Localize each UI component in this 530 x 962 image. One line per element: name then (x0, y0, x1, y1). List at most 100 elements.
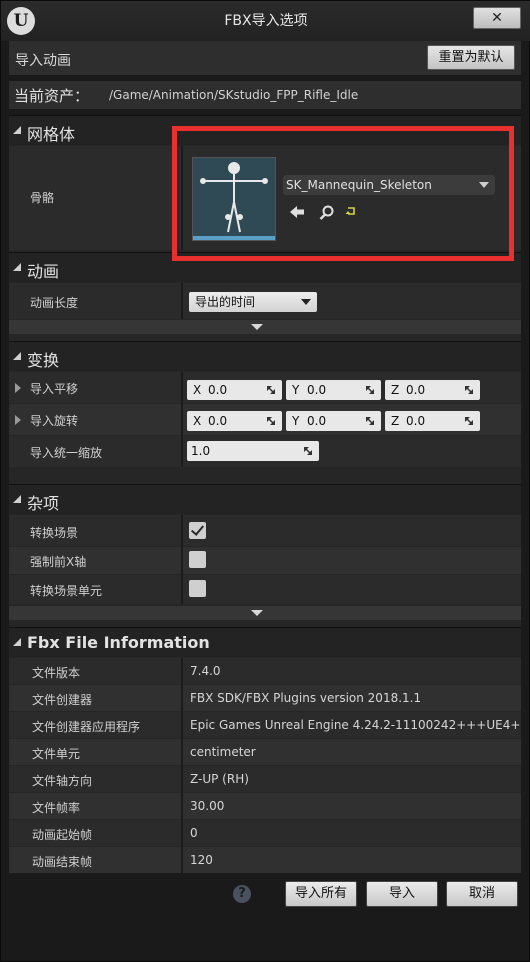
info-label: 文件创建器 (32, 693, 93, 707)
info-row: 动画结束帧 120 (9, 847, 521, 873)
collapse-arrow-icon (13, 638, 21, 646)
window-title: FBX导入选项 (224, 13, 308, 29)
drag-handle-icon[interactable] (303, 446, 313, 456)
import-translation-label: 导入平移 (30, 382, 79, 396)
convert-scene-row: 转换场景 (9, 515, 521, 546)
rotation-x-field[interactable]: X 0.0 (187, 411, 282, 431)
info-row: 文件创建器应用程序 Epic Games Unreal Engine 4.24.… (9, 712, 521, 738)
info-label: 文件版本 (32, 666, 81, 680)
field-value: 0.0 (208, 383, 228, 397)
drag-handle-icon[interactable] (365, 385, 375, 395)
category-title: 动画 (27, 262, 60, 281)
axis-label: X (193, 383, 202, 397)
convert-scene-label: 转换场景 (30, 526, 79, 540)
axis-label: Z (391, 383, 400, 397)
force-front-x-checkbox[interactable] (189, 551, 206, 568)
current-asset-path: /Game/Animation/SKstudio_FPP_Rifle_Idle (109, 88, 359, 102)
expand-arrow-icon (251, 610, 263, 616)
translation-x-field[interactable]: X 0.0 (187, 380, 282, 400)
field-value: 0.0 (406, 414, 426, 428)
info-label: 文件帧率 (32, 801, 81, 815)
info-row: 文件版本 7.4.0 (9, 658, 521, 684)
info-value: centimeter (190, 745, 256, 759)
info-row: 文件单元 centimeter (9, 739, 521, 765)
category-title: 变换 (27, 351, 60, 370)
animation-length-value: 导出的时间 (195, 295, 256, 309)
translation-z-field[interactable]: Z 0.0 (385, 380, 480, 400)
current-asset-row: 当前资产： /Game/Animation/SKstudio_FPP_Rifle… (9, 81, 521, 109)
info-row: 文件轴方向 Z-UP (RH) (9, 766, 521, 792)
rotation-z-field[interactable]: Z 0.0 (385, 411, 480, 431)
cancel-button[interactable]: 取消 (446, 881, 518, 907)
current-asset-label: 当前资产： (14, 87, 90, 105)
info-label: 动画结束帧 (32, 855, 93, 869)
import-all-button[interactable]: 导入所有 (285, 881, 357, 907)
skeleton-label: 骨骼 (30, 191, 55, 205)
info-value: 7.4.0 (190, 664, 221, 678)
convert-scene-unit-checkbox[interactable] (189, 580, 206, 597)
import-animation-row: 导入动画 重置为默认 (9, 41, 521, 75)
column-divider[interactable] (181, 658, 183, 873)
field-value: 0.0 (406, 383, 426, 397)
collapse-arrow-icon (13, 126, 21, 134)
category-fbx-info-header[interactable]: Fbx File Information (9, 627, 521, 657)
info-value: 30.00 (190, 799, 225, 813)
import-button[interactable]: 导入 (366, 881, 438, 907)
column-divider[interactable] (181, 515, 183, 604)
axis-label: Z (391, 414, 400, 428)
skeleton-highlight-box (172, 126, 514, 261)
force-front-x-row: 强制前X轴 (9, 547, 521, 574)
import-animation-label: 导入动画 (15, 53, 71, 69)
axis-label: Y (292, 383, 300, 397)
info-label: 文件单元 (32, 747, 81, 761)
translation-y-field[interactable]: Y 0.0 (286, 380, 381, 400)
info-row: 文件创建器 FBX SDK/FBX Plugins version 2018.1… (9, 685, 521, 711)
info-row: 文件帧率 30.00 (9, 793, 521, 819)
column-divider[interactable] (181, 283, 183, 319)
dropdown-arrow-icon (301, 299, 311, 305)
rotation-y-field[interactable]: Y 0.0 (286, 411, 381, 431)
category-title: Fbx File Information (27, 633, 210, 652)
convert-scene-unit-label: 转换场景单元 (30, 584, 103, 598)
info-value: Z-UP (RH) (190, 772, 249, 786)
convert-scene-checkbox[interactable] (189, 522, 206, 539)
uniform-scale-field[interactable]: 1.0 (187, 441, 319, 461)
reset-to-default-button[interactable]: 重置为默认 (427, 45, 515, 70)
convert-scene-unit-row: 转换场景单元 (9, 575, 521, 604)
expand-arrow-icon[interactable] (15, 383, 21, 393)
collapse-arrow-icon (13, 263, 21, 271)
expand-arrow-icon (251, 324, 263, 330)
title-bar[interactable]: U FBX导入选项 ✕ (1, 1, 530, 41)
expand-arrow-icon[interactable] (15, 415, 21, 425)
field-value: 0.0 (307, 414, 327, 428)
info-label: 动画起始帧 (32, 828, 93, 842)
info-label: 文件轴方向 (32, 774, 93, 788)
info-row: 动画起始帧 0 (9, 820, 521, 846)
info-value: Epic Games Unreal Engine 4.24.2-11100242… (190, 718, 520, 732)
category-misc-header[interactable]: 杂项 (9, 484, 521, 514)
field-value: 0.0 (208, 414, 228, 428)
close-button[interactable]: ✕ (473, 7, 521, 29)
drag-handle-icon[interactable] (266, 385, 276, 395)
help-icon[interactable]: ? (233, 885, 251, 903)
field-value: 1.0 (191, 444, 211, 458)
drag-handle-icon[interactable] (266, 416, 276, 426)
category-transform-header[interactable]: 变换 (9, 341, 521, 371)
axis-label: Y (292, 414, 300, 428)
advanced-expand-button[interactable] (9, 320, 521, 334)
info-value: 120 (190, 853, 213, 867)
field-value: 0.0 (307, 383, 327, 397)
advanced-expand-button[interactable] (9, 606, 521, 620)
fbx-import-options-window: U FBX导入选项 ✕ 导入动画 重置为默认 当前资产： /Game/Anima… (0, 0, 530, 962)
column-divider[interactable] (181, 372, 183, 467)
drag-handle-icon[interactable] (365, 416, 375, 426)
info-value: 0 (190, 826, 198, 840)
drag-handle-icon[interactable] (464, 385, 474, 395)
drag-handle-icon[interactable] (464, 416, 474, 426)
import-uniform-scale-label: 导入统一缩放 (30, 446, 103, 460)
force-front-x-label: 强制前X轴 (30, 555, 87, 569)
collapse-arrow-icon (13, 352, 21, 360)
animation-length-label: 动画长度 (30, 296, 79, 310)
animation-length-dropdown[interactable]: 导出的时间 (189, 292, 317, 312)
details-panel: 网格体 骨骼 SK_Mannequin_Skeleton 动画 动画长度 导出的… (9, 115, 521, 873)
